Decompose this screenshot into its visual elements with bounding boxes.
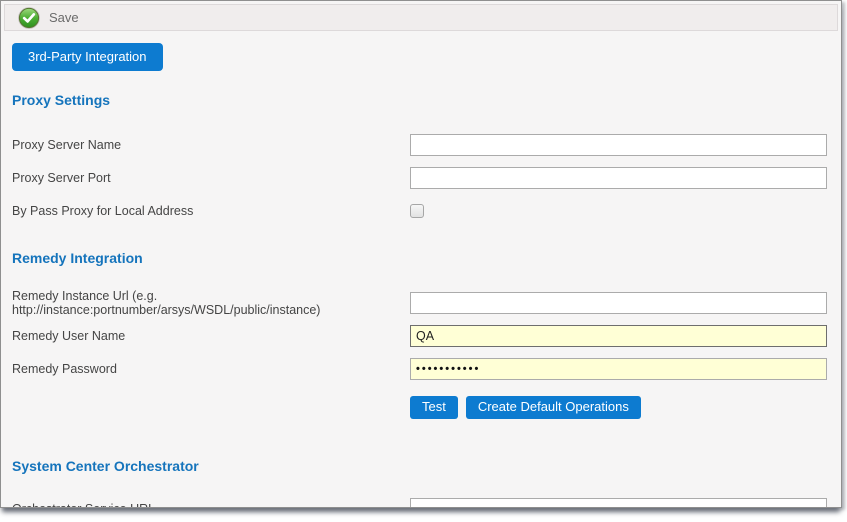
proxy-server-name-row: Proxy Server Name: [12, 133, 827, 156]
remedy-user-name-input[interactable]: [410, 325, 827, 347]
remedy-user-name-row: Remedy User Name: [12, 324, 827, 347]
remedy-instance-url-row: Remedy Instance Url (e.g. http://instanc…: [12, 291, 827, 314]
tab-3rd-party-integration[interactable]: 3rd-Party Integration: [12, 43, 163, 71]
remedy-password-label: Remedy Password: [12, 362, 410, 376]
remedy-password-row: Remedy Password: [12, 357, 827, 380]
proxy-server-port-label: Proxy Server Port: [12, 171, 410, 185]
orchestrator-service-url-label: Orchestrator Service URL: [12, 502, 410, 509]
system-center-orchestrator-heading: System Center Orchestrator: [12, 459, 827, 474]
save-button[interactable]: Save: [5, 5, 93, 30]
proxy-server-name-input[interactable]: [410, 134, 827, 156]
create-default-operations-button[interactable]: Create Default Operations: [466, 396, 641, 419]
save-check-icon: [18, 7, 40, 29]
bypass-proxy-row: By Pass Proxy for Local Address: [12, 199, 827, 222]
save-button-label: Save: [49, 10, 79, 25]
test-button[interactable]: Test: [410, 396, 458, 419]
proxy-settings-heading: Proxy Settings: [12, 93, 827, 108]
toolbar: Save: [4, 4, 838, 31]
bypass-proxy-checkbox[interactable]: [410, 204, 424, 218]
orchestrator-service-url-row: Orchestrator Service URL: [12, 497, 827, 508]
remedy-user-name-label: Remedy User Name: [12, 329, 410, 343]
content-area: 3rd-Party Integration Proxy Settings Pro…: [1, 31, 841, 508]
remedy-buttons-row: Test Create Default Operations: [410, 396, 827, 419]
proxy-server-name-label: Proxy Server Name: [12, 138, 410, 152]
remedy-integration-heading: Remedy Integration: [12, 251, 827, 266]
remedy-password-input[interactable]: [410, 358, 827, 380]
remedy-instance-url-label: Remedy Instance Url (e.g. http://instanc…: [12, 289, 410, 317]
settings-window: Save 3rd-Party Integration Proxy Setting…: [0, 0, 842, 508]
bypass-proxy-label: By Pass Proxy for Local Address: [12, 204, 410, 218]
remedy-instance-url-input[interactable]: [410, 292, 827, 314]
proxy-server-port-row: Proxy Server Port: [12, 166, 827, 189]
proxy-server-port-input[interactable]: [410, 167, 827, 189]
orchestrator-service-url-input[interactable]: [410, 498, 827, 509]
